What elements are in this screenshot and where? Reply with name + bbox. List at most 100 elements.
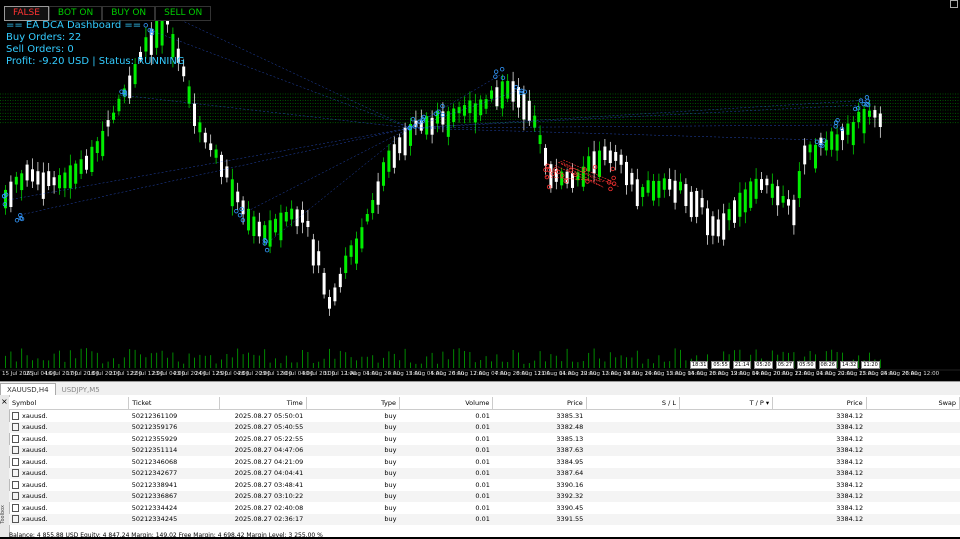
candle-body <box>506 80 510 99</box>
terminal-panel: × Toolbox Symbol Ticket Time Type Volume… <box>0 395 960 539</box>
table-cell: buy <box>384 411 397 420</box>
price-chart[interactable]: FALSE BOT ON BUY ON SELL ON == EA DCA Da… <box>0 0 960 381</box>
col-symbol[interactable]: Symbol <box>9 397 130 410</box>
table-cell: xauusd. <box>9 433 129 445</box>
table-row[interactable]: xauusd. 50212361109 2025.08.27 05:50:01 buy… <box>9 410 960 422</box>
trade-time-label: 14:32 <box>839 361 859 369</box>
table-cell: 3384.12 <box>772 444 867 456</box>
col-ticket[interactable]: Ticket <box>128 397 220 410</box>
candle-body <box>830 131 834 150</box>
candle-body <box>652 180 655 201</box>
position-icon <box>12 457 19 466</box>
table-cell: 3384.12 <box>772 490 867 502</box>
table-cell: 3384.12 <box>772 513 867 525</box>
table-cell: 3384.12 <box>772 467 867 479</box>
col-sl[interactable]: S / L <box>586 397 681 410</box>
table-cell: xauusd. <box>9 444 129 456</box>
candle-body <box>344 255 348 274</box>
sell-link-line <box>545 176 604 182</box>
candle-body <box>781 196 785 203</box>
buy-on-button[interactable]: BUY ON <box>102 6 156 21</box>
position-icon <box>12 480 19 489</box>
candle-body <box>814 144 817 169</box>
candle-body <box>662 178 666 190</box>
table-cell: xauusd. <box>9 410 129 422</box>
col-swap[interactable]: Swap <box>866 397 960 410</box>
col-tp-label: T / P <box>749 399 764 407</box>
candle-body <box>689 191 693 218</box>
table-cell: xauusd. <box>9 502 129 514</box>
table-row[interactable]: xauusd. 50212351114 2025.08.27 04:47:06 buy… <box>9 444 960 456</box>
time-tick-label: 26 Aug 12:00 <box>902 371 940 377</box>
table-cell <box>679 513 773 525</box>
candle-body <box>101 130 105 157</box>
table-cell: 3385.13 <box>556 434 584 443</box>
col-price[interactable]: Price <box>492 397 587 410</box>
table-cell: xauusd. <box>9 479 129 491</box>
candle-body <box>117 98 121 112</box>
candle-body <box>355 238 358 264</box>
table-cell: 0.01 <box>399 490 493 502</box>
table-row[interactable]: xauusd. 50212334424 2025.08.27 02:40:08 buy… <box>9 502 960 514</box>
candle-body <box>463 105 466 116</box>
trade-time-labels: 18:31 05:55 21:14 05:20 05:27 05:50 08:26 14:32… <box>690 361 880 369</box>
candle-body <box>301 209 304 223</box>
table-row[interactable]: xauusd. 50212346068 2025.08.27 04:21:09 buy… <box>9 456 960 468</box>
candle-body <box>468 100 472 114</box>
bot-on-button[interactable]: BOT ON <box>48 6 103 21</box>
candle-body <box>614 151 618 161</box>
table-row[interactable]: xauusd. 50212359176 2025.08.27 05:40:55 buy… <box>9 421 960 433</box>
position-icon <box>12 515 19 524</box>
col-tp[interactable]: T / P ▾ <box>679 397 774 410</box>
candle-body <box>473 103 477 123</box>
candle-body <box>787 199 790 206</box>
candle-body <box>873 110 877 118</box>
table-cell: xauusd. <box>9 490 129 502</box>
table-cell <box>866 421 960 433</box>
candle-body <box>824 139 828 151</box>
table-cell: 50212346068 <box>131 457 178 466</box>
table-cell: 50212351114 <box>128 444 220 456</box>
candle-body <box>792 199 796 226</box>
candle-body <box>290 208 294 220</box>
candle-body <box>360 227 364 249</box>
trade-time-label: 05:20 <box>754 361 773 369</box>
table-cell: buy <box>306 467 400 479</box>
table-cell: buy <box>384 434 397 443</box>
buy-marker <box>499 66 505 72</box>
table-row[interactable]: xauusd. 50212336867 2025.08.27 03:10:22 buy… <box>9 490 960 502</box>
table-cell: 2025.08.27 05:40:55 <box>219 421 307 433</box>
trade-time-label: 05:27 <box>775 361 795 369</box>
col-time[interactable]: Time <box>219 397 307 410</box>
table-cell: buy <box>306 490 400 502</box>
candle-body <box>365 214 369 222</box>
col-current-price[interactable]: Price <box>772 397 867 410</box>
candle-body <box>549 164 553 189</box>
candle-body <box>592 151 596 174</box>
candle-body <box>279 212 283 241</box>
symbol-text: xauusd. <box>22 469 48 478</box>
candle-body <box>376 181 380 205</box>
table-cell <box>680 502 773 514</box>
candle-body <box>382 162 385 186</box>
col-type[interactable]: Type <box>306 397 401 410</box>
table-cell: 2025.08.27 05:50:01 <box>234 411 304 420</box>
table-row[interactable]: xauusd. 50212342677 2025.08.27 04:04:41 buy… <box>9 467 960 479</box>
sell-on-button[interactable]: SELL ON <box>155 6 212 21</box>
table-cell: 3387.63 <box>492 444 587 456</box>
table-row[interactable]: xauusd. 50212334245 2025.08.27 02:36:17 buy… <box>9 513 960 525</box>
close-icon[interactable]: × <box>1 397 8 406</box>
candle-body <box>630 172 634 185</box>
table-row[interactable]: xauusd. 50212355929 2025.08.27 05:22:55 buy… <box>9 433 960 445</box>
position-icon <box>12 411 19 420</box>
candle-body <box>857 111 861 123</box>
chart-corner-box[interactable] <box>950 0 958 8</box>
table-row[interactable]: xauusd. 50212338941 2025.08.27 03:48:41 buy… <box>9 479 960 491</box>
buy-marker <box>865 98 870 104</box>
candle-body <box>803 145 807 165</box>
table-cell: 3390.45 <box>556 503 584 512</box>
candle-body <box>635 179 639 207</box>
candle-body <box>58 175 61 189</box>
col-volume[interactable]: Volume <box>399 397 494 410</box>
false-button[interactable]: FALSE <box>4 6 49 21</box>
